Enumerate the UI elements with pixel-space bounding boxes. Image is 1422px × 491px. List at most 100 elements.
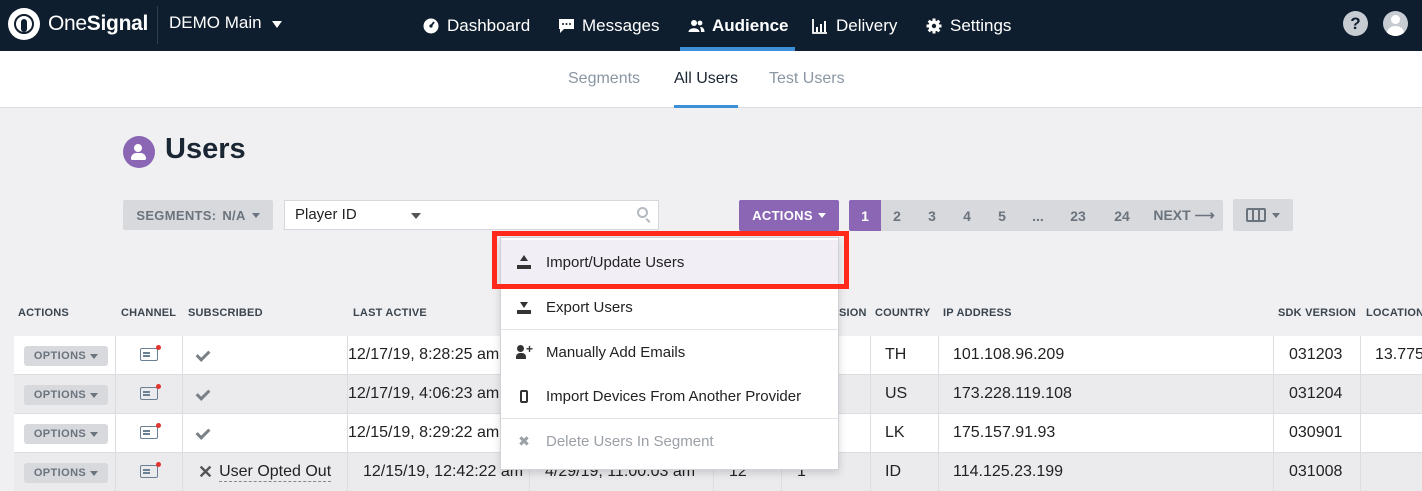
nav-dashboard[interactable]: Dashboard (423, 0, 530, 51)
location-cell: 13.7755 (1375, 346, 1422, 363)
search-field-value: Player ID (295, 206, 357, 223)
page-button-4[interactable]: 4 (955, 200, 979, 231)
close-icon: ✕ (198, 461, 214, 482)
tab-segments[interactable]: Segments (568, 70, 640, 88)
page-button-23[interactable]: 23 (1064, 200, 1092, 231)
page-button-2[interactable]: 2 (885, 200, 909, 231)
options-button[interactable]: OPTIONS (24, 346, 108, 366)
column-header-country[interactable]: COUNTRY (875, 307, 930, 319)
column-header-channel[interactable]: CHANNEL (121, 307, 176, 319)
options-label: OPTIONS (33, 350, 87, 362)
column-header-last-active[interactable]: LAST ACTIVE (353, 307, 427, 319)
onesignal-logo[interactable]: OneSignal (8, 8, 148, 40)
sdk-version-cell: 031203 (1289, 346, 1343, 363)
page-ellipsis: ... (1032, 207, 1044, 224)
help-icon[interactable]: ? (1343, 11, 1368, 36)
nav-audience[interactable]: Audience (680, 0, 795, 51)
download-icon (516, 299, 532, 315)
gear-icon (926, 18, 942, 34)
page-button-24[interactable]: 24 (1108, 200, 1136, 231)
columns-button[interactable] (1233, 199, 1293, 231)
nav-delivery[interactable]: Delivery (812, 0, 897, 51)
ip-address-cell: 114.125.23.199 (953, 463, 1064, 480)
nav-settings[interactable]: Settings (926, 0, 1011, 51)
last-active-cell: 12/15/19, 8:29:22 am (348, 424, 500, 441)
options-label: OPTIONS (33, 428, 87, 440)
country-cell: TH (885, 346, 907, 363)
options-button[interactable]: OPTIONS (24, 424, 108, 444)
users-icon (123, 136, 155, 168)
email-channel-icon (140, 345, 161, 361)
country-cell: US (885, 385, 908, 402)
ip-address-cell: 101.108.96.209 (953, 346, 1065, 363)
opted-out-label[interactable]: User Opted Out (219, 463, 332, 482)
ip-address-cell: 173.228.119.108 (953, 385, 1072, 402)
ip-address-cell: 175.157.91.93 (953, 424, 1056, 441)
chevron-down-icon (90, 392, 99, 398)
chevron-down-icon (271, 20, 282, 28)
menu-item-import-devices[interactable]: Import Devices From Another Provider (501, 374, 838, 418)
add-user-icon (516, 342, 533, 360)
column-header-actions[interactable]: ACTIONS (18, 307, 69, 319)
sdk-version-cell: 030901 (1289, 424, 1343, 441)
nav-messages[interactable]: Messages (558, 0, 659, 51)
nav-label: Settings (950, 15, 1012, 35)
tab-all-users[interactable]: All Users (674, 70, 739, 108)
country-cell: LK (885, 424, 905, 441)
page-button-1[interactable]: 1 (849, 200, 881, 231)
segments-dropdown[interactable]: SEGMENTS: N/A (123, 200, 273, 230)
search-input[interactable] (431, 200, 659, 230)
close-icon: ✖ (518, 432, 530, 449)
avatar[interactable] (1383, 11, 1408, 36)
country-cell: ID (885, 463, 901, 480)
logo-icon (8, 8, 40, 40)
chevron-down-icon (817, 213, 826, 218)
check-icon (195, 347, 211, 362)
subscribed-cell: ✕ User Opted Out (198, 453, 332, 491)
menu-item-export-users[interactable]: Export Users (501, 285, 838, 329)
chevron-down-icon (411, 213, 421, 219)
sdk-version-cell: 031204 (1289, 385, 1343, 402)
options-label: OPTIONS (33, 389, 87, 401)
tab-test-users[interactable]: Test Users (769, 70, 845, 88)
page-button-5[interactable]: 5 (990, 200, 1014, 231)
segments-label: SEGMENTS: (136, 207, 217, 223)
column-header-location[interactable]: LOCATION (1366, 307, 1422, 319)
logo-text: OneSignal (48, 12, 149, 35)
column-header-ip-address[interactable]: IP ADDRESS (943, 307, 1012, 319)
next-page-button[interactable]: NEXT ⟶ (1149, 200, 1219, 231)
app-selector[interactable]: DEMO Main (169, 13, 282, 33)
sub-navigation: Segments All Users Test Users (0, 51, 1422, 108)
column-header-sdk-version[interactable]: SDK VERSION (1278, 307, 1356, 319)
page-button-3[interactable]: 3 (920, 200, 944, 231)
delivery-icon (812, 18, 828, 34)
menu-item-manually-add-emails[interactable]: Manually Add Emails (501, 330, 838, 374)
options-button[interactable]: OPTIONS (24, 463, 108, 483)
columns-icon (1246, 208, 1266, 222)
actions-button[interactable]: ACTIONS (739, 200, 839, 231)
menu-item-label: Export Users (546, 298, 633, 316)
menu-item-label: Import Devices From Another Provider (546, 387, 802, 405)
check-icon (195, 386, 211, 401)
sdk-version-cell: 031008 (1289, 463, 1343, 480)
divider (157, 6, 158, 44)
nav-label: Delivery (836, 15, 898, 35)
audience-icon (688, 18, 705, 34)
email-channel-icon (140, 384, 161, 400)
options-button[interactable]: OPTIONS (24, 385, 108, 405)
nav-label: Audience (712, 15, 789, 35)
segments-value: N/A (222, 207, 246, 223)
search-icon (637, 207, 648, 218)
options-label: OPTIONS (33, 467, 87, 479)
top-navigation-bar: OneSignal DEMO Main Dashboard Messages A… (0, 0, 1422, 51)
actions-label: ACTIONS (752, 208, 813, 223)
highlight-annotation (492, 231, 849, 289)
messages-icon (558, 18, 574, 34)
menu-item-label: Manually Add Emails (546, 343, 686, 361)
column-header-session[interactable]: SION (839, 307, 867, 319)
column-header-subscribed[interactable]: SUBSCRIBED (188, 307, 263, 319)
search-field-select[interactable]: Player ID (284, 200, 432, 230)
check-icon (195, 425, 211, 440)
chevron-down-icon (251, 212, 260, 218)
menu-item-delete-users[interactable]: ✖ Delete Users In Segment (501, 419, 838, 463)
